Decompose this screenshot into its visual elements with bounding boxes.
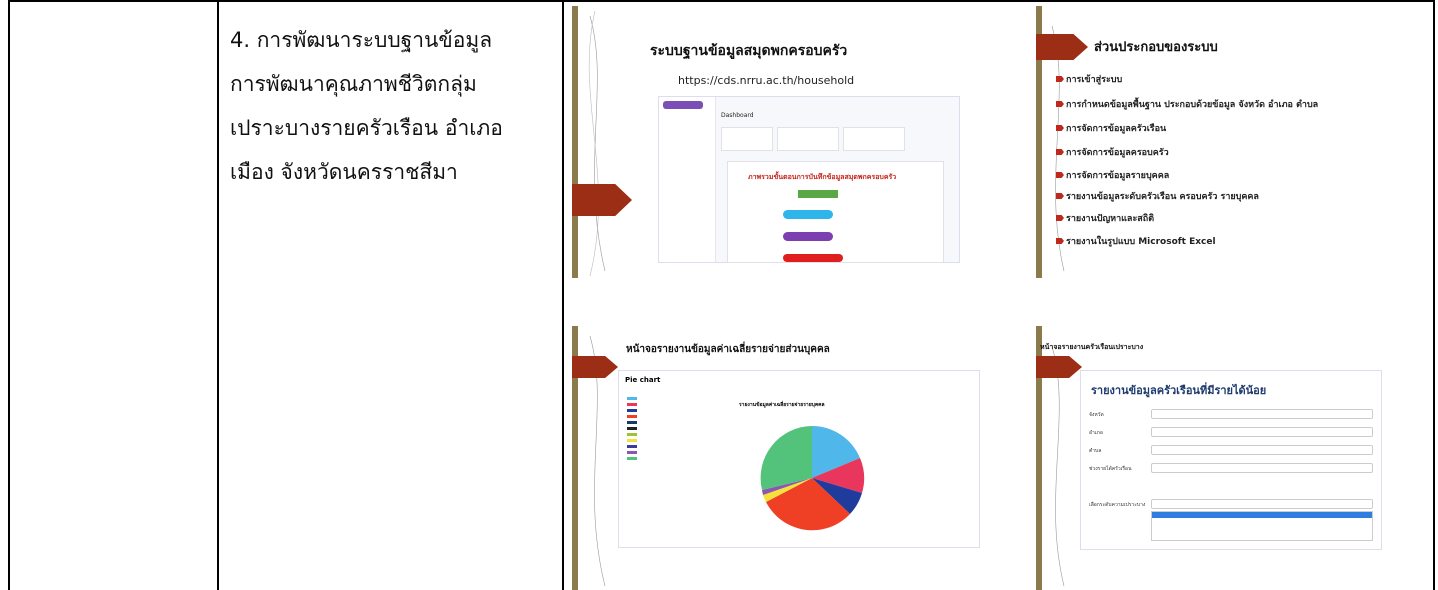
component-item: การจัดการข้อมูลรายบุคคล <box>1056 168 1169 182</box>
field-label: อำเภอ <box>1089 430 1103 436</box>
income-input[interactable] <box>1151 463 1373 473</box>
slide-title: หน้าจอรายงานครัวเรือนเปราะบาง <box>1040 343 1144 351</box>
flow-panel: ภาพรวมขั้นตอนการบันทึกข้อมูลสมุดพกครอบคร… <box>727 161 944 263</box>
slide-title: ส่วนประกอบของระบบ <box>1094 40 1218 55</box>
slide-title: ระบบฐานข้อมูลสมุดพกครอบครัว <box>650 43 848 59</box>
stat-card <box>843 127 905 151</box>
table-column-divider <box>217 0 219 590</box>
flow-step <box>783 254 843 262</box>
slide-side-bar <box>572 6 578 278</box>
row-line: เมือง จังหวัดนครราชสีมา <box>230 160 458 184</box>
flow-step <box>783 232 833 241</box>
table-right-border <box>1433 0 1435 590</box>
vulnerability-select[interactable] <box>1151 499 1373 509</box>
district-select[interactable] <box>1151 427 1373 437</box>
component-item: รายงานปัญหาและสถิติ <box>1056 211 1154 225</box>
row-line: การพัฒนาคุณภาพชีวิตกลุ่ม <box>230 72 477 96</box>
dashboard-screenshot: Dashboard ภาพรวมขั้นตอนการบันทึกข้อมูลสม… <box>658 96 960 263</box>
row-line: 4. การพัฒนาระบบฐานข้อมูล <box>230 28 493 52</box>
panel-label: Pie chart <box>625 376 661 384</box>
slide-system-overview: ระบบฐานข้อมูลสมุดพกครอบครัว https://cds.… <box>570 6 990 278</box>
component-item: รายงานข้อมูลระดับครัวเรือน ครอบครัว รายบ… <box>1056 189 1259 203</box>
province-select[interactable] <box>1151 409 1373 419</box>
flow-title: ภาพรวมขั้นตอนการบันทึกข้อมูลสมุดพกครอบคร… <box>748 173 897 181</box>
field-label: ช่วงรายได้ครัวเรือน <box>1089 466 1132 472</box>
system-url[interactable]: https://cds.nrru.ac.th/household <box>678 74 854 87</box>
component-item: การกำหนดข้อมูลพื้นฐาน ประกอบด้วยข้อมูล จ… <box>1056 97 1318 111</box>
slide-expense-report: หน้าจอรายงานข้อมูลค่าเฉลี่ยรายจ่ายส่วนบุ… <box>570 326 1000 590</box>
field-label: ตำบล <box>1089 448 1102 454</box>
household-report-screenshot: รายงานข้อมูลครัวเรือนที่มีรายได้น้อย จัง… <box>1080 370 1382 550</box>
table-column-divider <box>562 0 564 590</box>
pie-chart <box>760 426 865 531</box>
field-label: จังหวัด <box>1089 412 1104 418</box>
field-label: เลือกระดับความเปราะบาง <box>1089 502 1146 508</box>
dashboard-label: Dashboard <box>721 112 754 119</box>
flow-step <box>798 190 838 198</box>
pie-chart-screenshot: Pie chart รายงานข้อมูลค่าเฉลี่ยรายจ่ายรา… <box>618 370 980 548</box>
logo <box>663 101 703 109</box>
flow-step <box>783 210 833 219</box>
stat-card <box>721 127 773 151</box>
screenshot-sidebar <box>659 97 716 262</box>
component-item: การจัดการข้อมูลครอบครัว <box>1056 145 1169 159</box>
stat-card <box>777 127 839 151</box>
slide-system-components: ส่วนประกอบของระบบ การเข้าสู่ระบบ การกำหน… <box>1034 6 1424 278</box>
row-description: 4. การพัฒนาระบบฐานข้อมูล การพัฒนาคุณภาพช… <box>230 18 560 194</box>
chart-title: รายงานข้อมูลค่าเฉลี่ยรายจ่ายรายบุคคล <box>739 402 825 408</box>
report-title: รายงานข้อมูลครัวเรือนที่มีรายได้น้อย <box>1091 384 1267 397</box>
row-line: เปราะบางรายครัวเรือน อำเภอ <box>230 116 503 140</box>
component-item: รายงานในรูปแบบ Microsoft Excel <box>1056 234 1216 248</box>
slide-title: หน้าจอรายงานข้อมูลค่าเฉลี่ยรายจ่ายส่วนบุ… <box>626 344 830 355</box>
component-item: การเข้าสู่ระบบ <box>1056 72 1122 86</box>
legend <box>627 397 637 460</box>
decorative-swirl-icon <box>588 10 606 277</box>
slide-vulnerable-households: หน้าจอรายงานครัวเรือนเปราะบาง รายงานข้อม… <box>1034 326 1424 590</box>
component-item: การจัดการข้อมูลครัวเรือน <box>1056 121 1166 135</box>
subdistrict-select[interactable] <box>1151 445 1373 455</box>
dropdown-options[interactable] <box>1151 511 1373 541</box>
table-top-border <box>8 0 1434 2</box>
